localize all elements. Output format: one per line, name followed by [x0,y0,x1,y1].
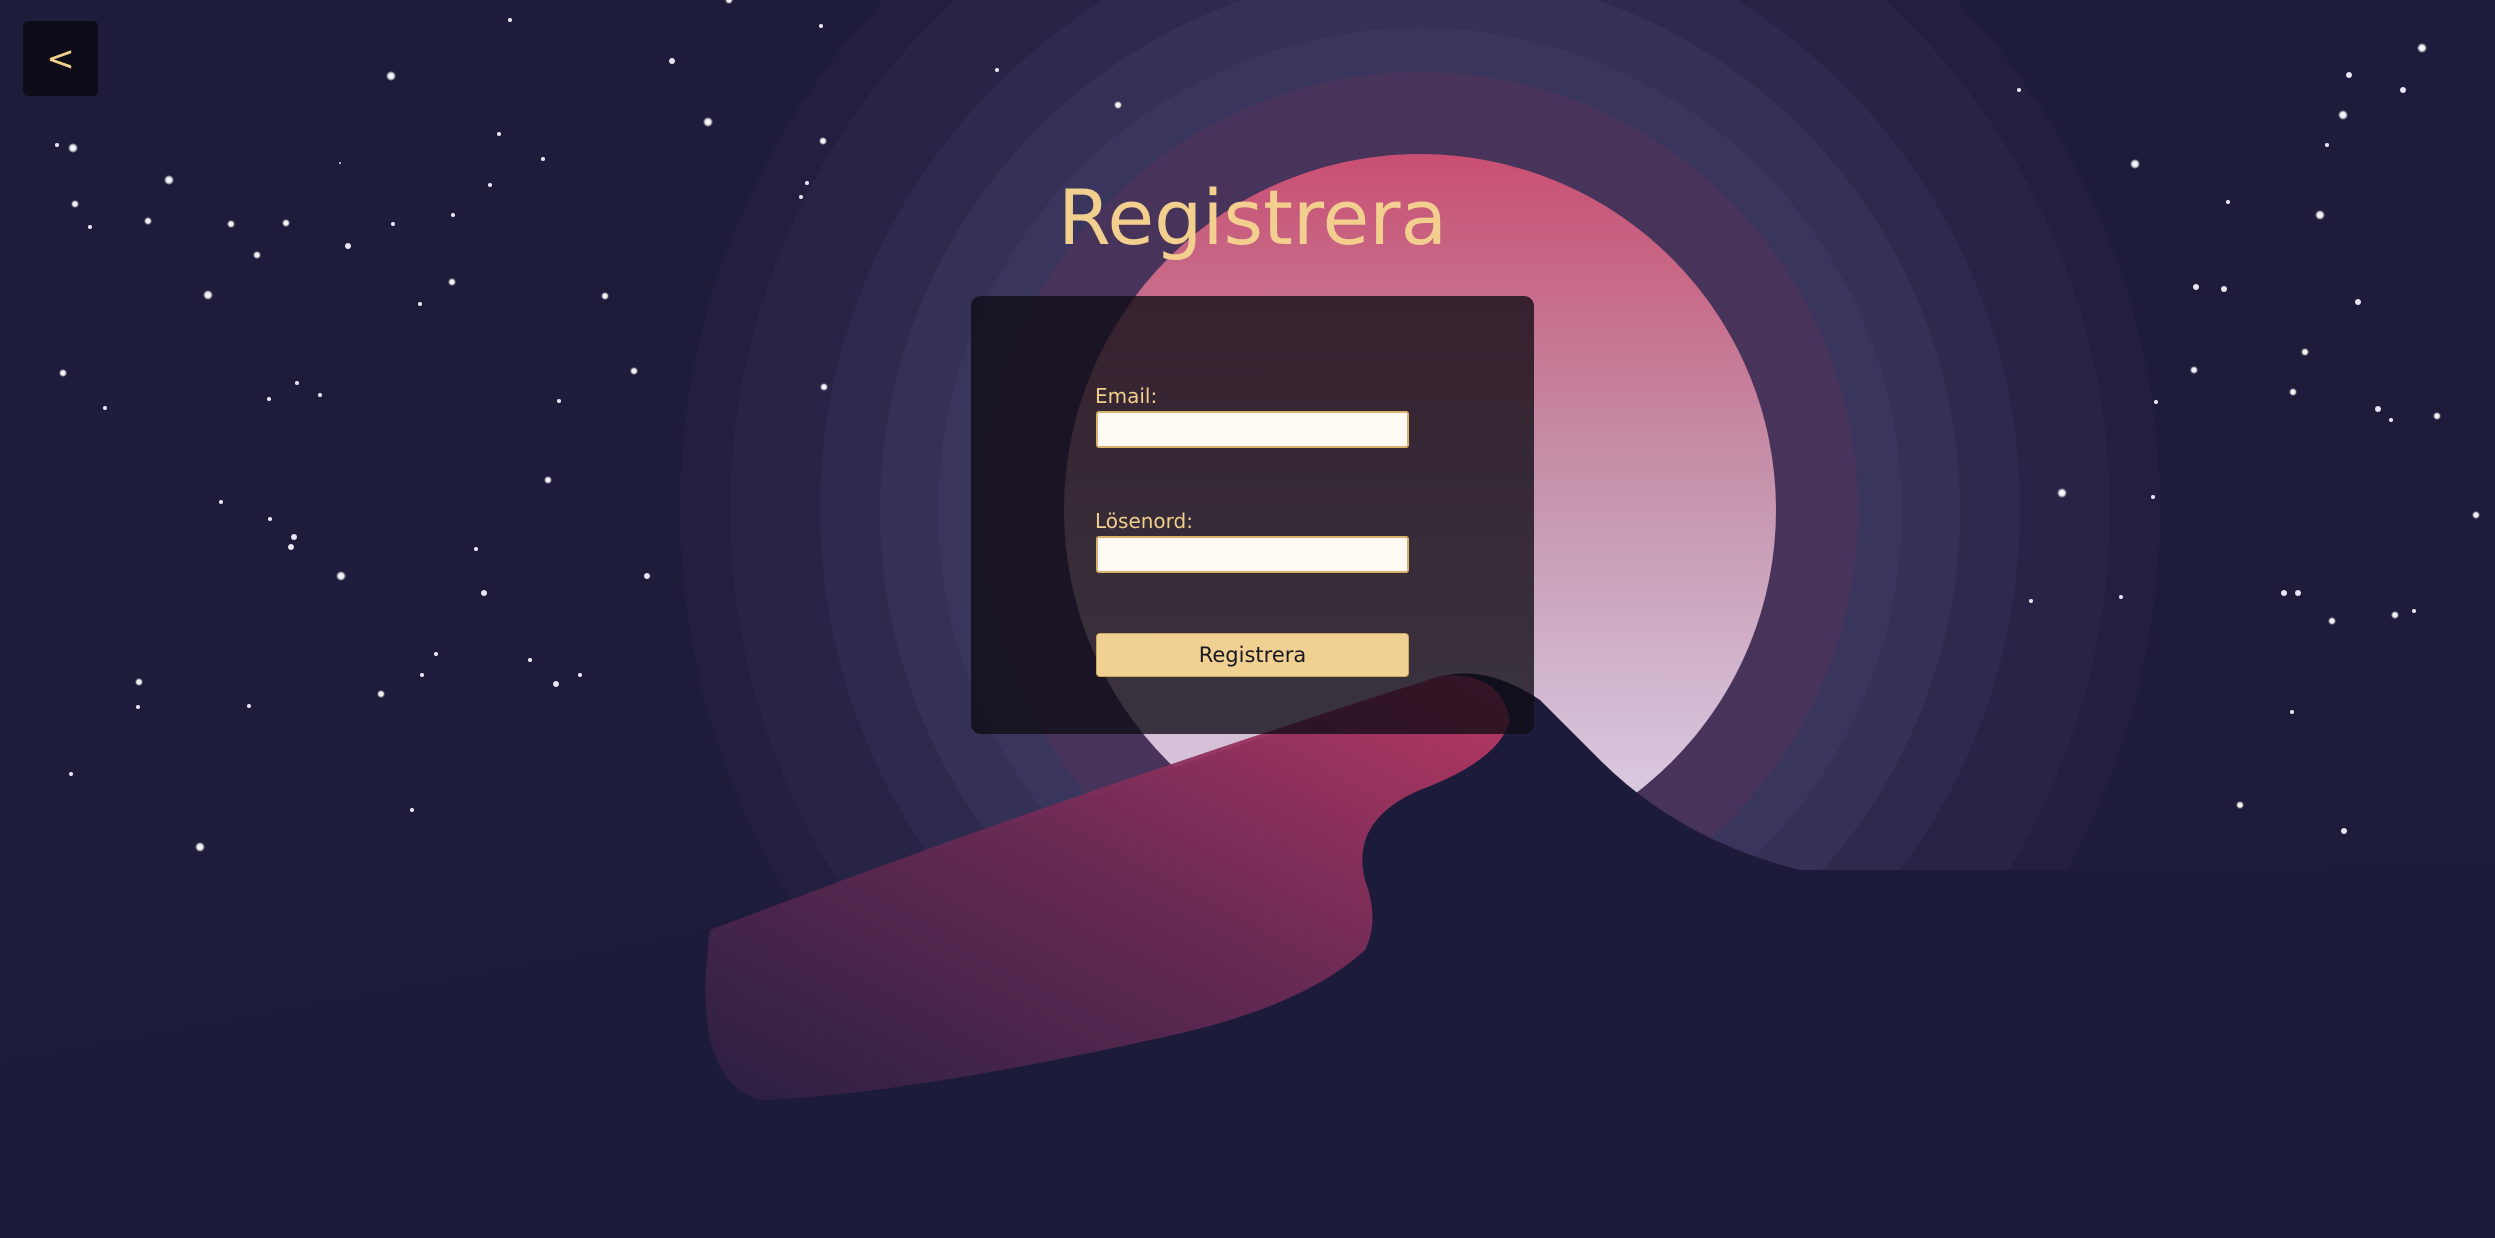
star [544,476,552,484]
password-field[interactable] [1096,536,1409,573]
star [2301,348,2309,356]
star [481,590,487,596]
star [2391,611,2399,619]
star [819,137,827,145]
star [2119,595,2123,599]
star [59,369,67,377]
star [247,704,251,708]
star [2017,88,2021,92]
star [2346,72,2352,78]
star [386,71,396,81]
star [288,544,294,550]
star [644,573,650,579]
page-title: Registrera [1057,173,1448,262]
star [2472,511,2480,519]
star [669,58,675,64]
star [2221,286,2227,292]
star [553,681,559,687]
star [434,652,438,656]
star [474,547,478,551]
star [2151,495,2155,499]
star [2417,43,2427,53]
star [557,399,561,403]
star [820,383,828,391]
star [2289,388,2297,396]
star [601,292,609,300]
email-field[interactable] [1096,411,1409,448]
star [291,534,297,540]
star [418,302,422,306]
email-label: Email: [1095,384,1158,408]
star [630,367,638,375]
star [578,673,582,677]
star [295,381,299,385]
star [2389,418,2393,422]
star [135,678,143,686]
star [268,517,272,521]
star [2290,710,2294,714]
star [2433,412,2441,420]
star [2190,366,2198,374]
star [2338,110,2348,120]
star [541,157,545,161]
back-button[interactable]: < [23,21,98,96]
star [2193,284,2199,290]
star [2057,488,2067,498]
star [2375,406,2381,412]
star [410,808,414,812]
star [508,18,512,22]
star [2029,599,2033,603]
star [136,705,140,709]
star [195,842,205,852]
star [318,393,322,397]
star [2236,801,2244,809]
star [420,673,424,677]
register-form: Email: Lösenord: Registrera [971,296,1534,734]
password-label: Lösenord: [1095,509,1193,533]
star [2400,87,2406,93]
star [2412,609,2416,613]
star [336,571,346,581]
star [2295,590,2301,596]
star [68,143,78,153]
star [819,24,823,28]
star [2154,400,2158,404]
star [2281,590,2287,596]
star [267,397,271,401]
register-button[interactable]: Registrera [1096,633,1409,677]
star [377,690,385,698]
star [497,132,501,136]
star [55,143,59,147]
star [703,117,713,127]
star [2341,828,2347,834]
star [103,406,107,410]
star [2325,143,2329,147]
star [2355,299,2361,305]
star [1114,101,1122,109]
star [69,772,73,776]
star [339,162,341,164]
star [219,500,223,504]
star [448,278,456,286]
star [203,290,213,300]
star [995,68,999,72]
star [2328,617,2336,625]
star [528,658,532,662]
